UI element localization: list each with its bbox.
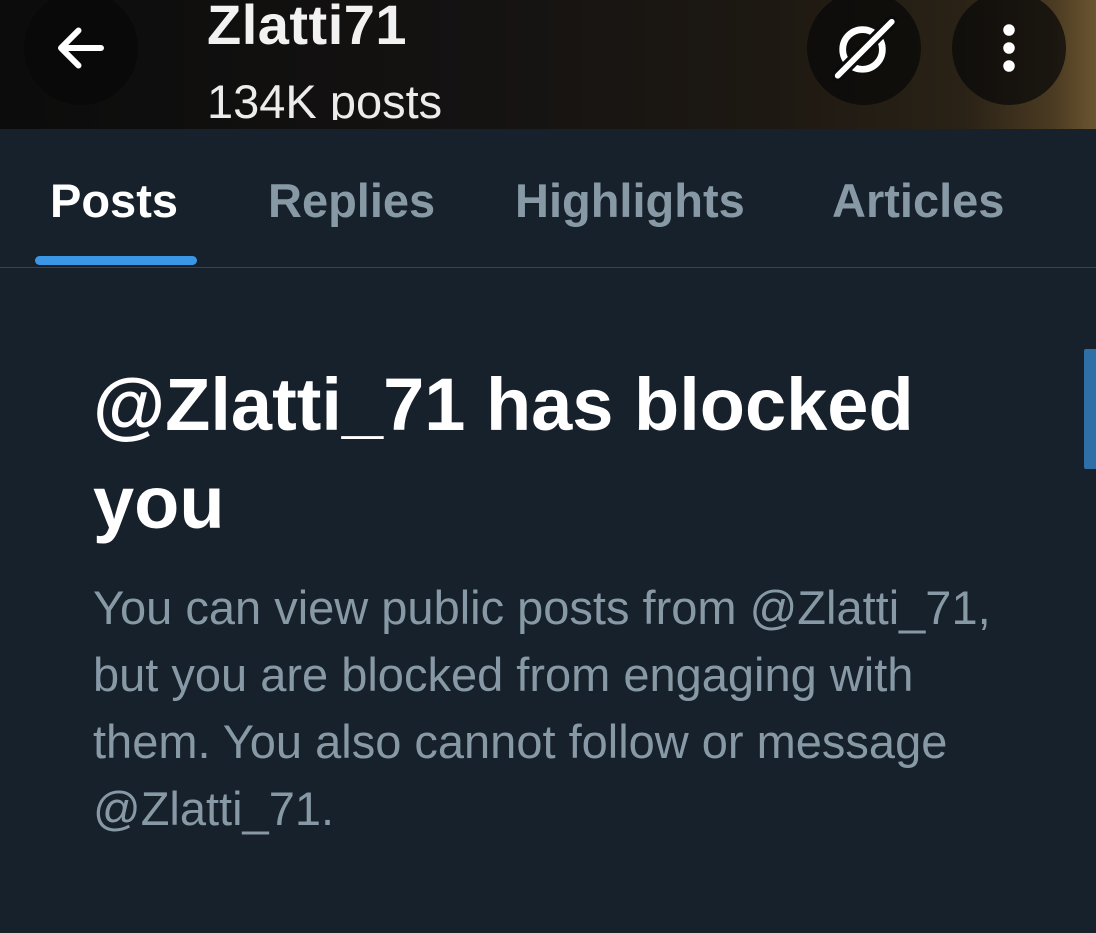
- scrollbar-thumb[interactable]: [1084, 349, 1096, 469]
- post-count: 134K posts: [207, 75, 443, 120]
- arrow-left-icon: [58, 27, 104, 69]
- tab-replies[interactable]: Replies: [268, 173, 435, 228]
- profile-name: Zlatti71: [207, 0, 408, 56]
- profile-header: Zlatti71 134K posts: [0, 0, 1096, 129]
- back-button[interactable]: [24, 0, 138, 105]
- tab-posts[interactable]: Posts: [50, 173, 178, 228]
- blocked-message: You can view public posts from @Zlatti_7…: [93, 581, 991, 835]
- active-tab-indicator: [35, 256, 197, 265]
- blocked-title: @Zlatti_71 has blocked you: [93, 363, 914, 544]
- profile-tabs: Posts Replies Highlights Articles: [0, 129, 1096, 268]
- profile-screen: Zlatti71 134K posts Posts Replies Highli…: [0, 0, 1096, 933]
- more-vertical-icon: [1003, 24, 1015, 72]
- grok-icon: [831, 15, 898, 82]
- more-options-button[interactable]: [952, 0, 1066, 105]
- grok-button[interactable]: [807, 0, 921, 105]
- tab-articles[interactable]: Articles: [832, 173, 1004, 228]
- tab-highlights[interactable]: Highlights: [515, 173, 745, 228]
